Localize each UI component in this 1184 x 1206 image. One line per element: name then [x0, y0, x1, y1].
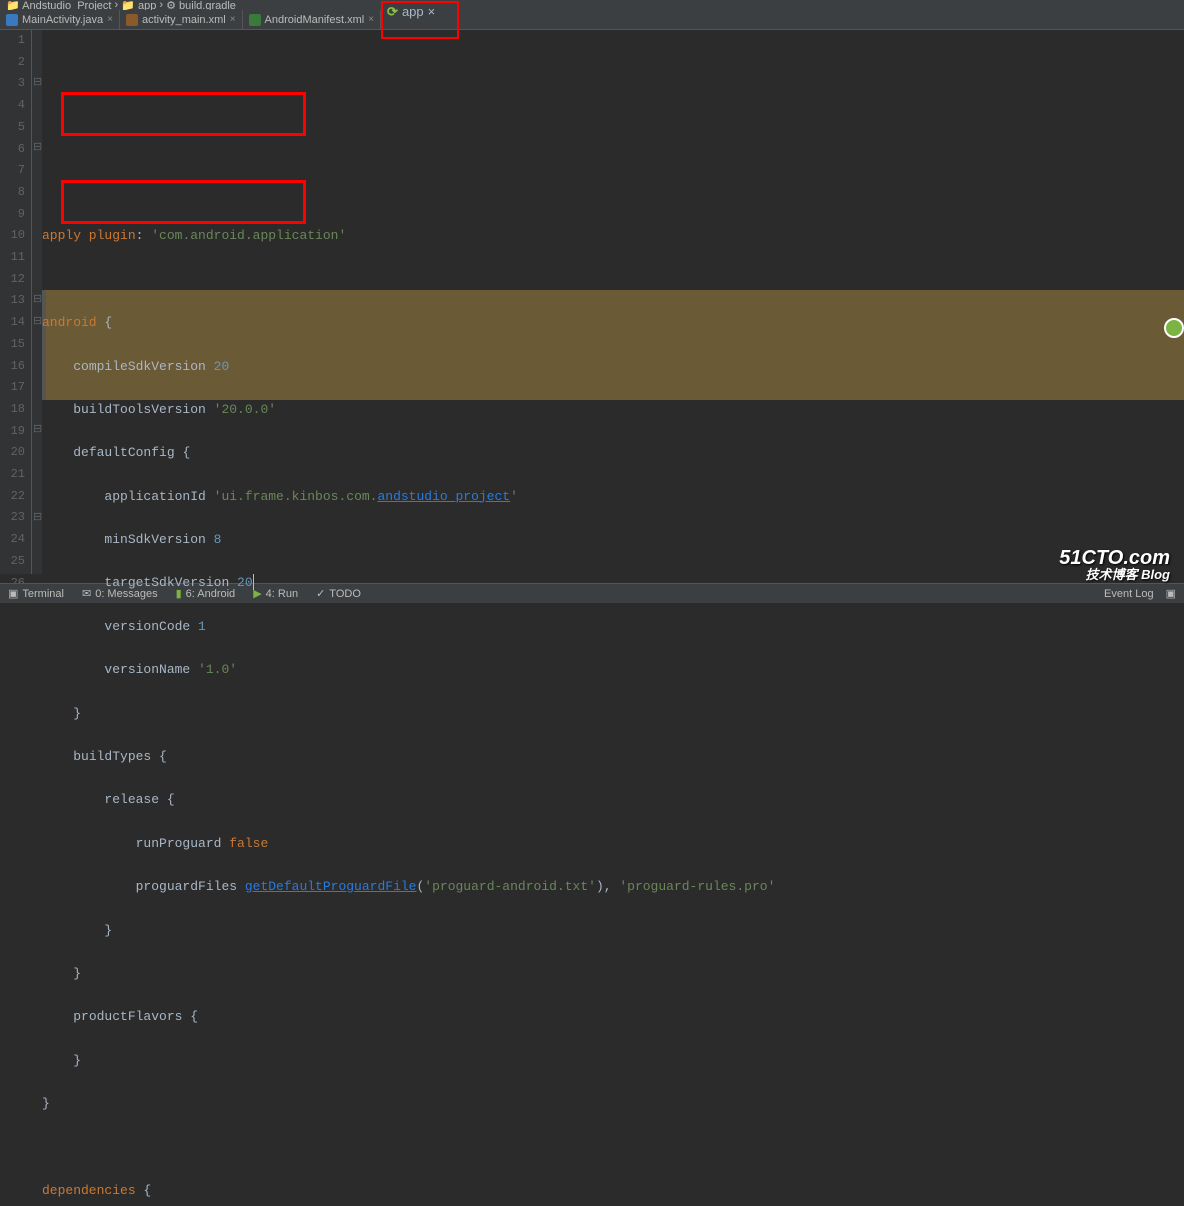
line-number: 25: [0, 551, 25, 573]
code-line[interactable]: dependencies {: [42, 1180, 1184, 1202]
editor-tab-bar: MainActivity.java × activity_main.xml × …: [0, 10, 1184, 30]
line-number: 2: [0, 52, 25, 74]
code-line[interactable]: applicationId 'ui.frame.kinbos.com.andst…: [42, 486, 1184, 508]
tab-label: activity_main.xml: [142, 14, 226, 26]
fold-toggle-icon[interactable]: ⊟: [33, 138, 42, 160]
text-caret: [253, 574, 254, 590]
line-number: 9: [0, 204, 25, 226]
code-line[interactable]: versionCode 1: [42, 616, 1184, 638]
code-line[interactable]: defaultConfig {: [42, 442, 1184, 464]
line-number: 8: [0, 182, 25, 204]
code-line[interactable]: minSdkVersion 8: [42, 529, 1184, 551]
code-line[interactable]: targetSdkVersion 20: [42, 572, 1184, 594]
fold-toggle-icon[interactable]: ⊟: [33, 73, 42, 95]
close-icon[interactable]: ×: [368, 14, 374, 25]
tab-mainactivity[interactable]: MainActivity.java ×: [0, 10, 120, 30]
code-line[interactable]: apply plugin: 'com.android.application': [42, 225, 1184, 247]
tab-label: app: [402, 4, 424, 19]
breadcrumb-item[interactable]: 📁 Andstudio_Project: [6, 0, 111, 10]
line-number: 19: [0, 421, 25, 443]
line-number: 23: [0, 507, 25, 529]
line-number: 5: [0, 117, 25, 139]
line-number: 1: [0, 30, 25, 52]
line-number: 14: [0, 312, 25, 334]
line-number: 20: [0, 442, 25, 464]
code-line[interactable]: buildToolsVersion '20.0.0': [42, 399, 1184, 421]
line-number: 15: [0, 334, 25, 356]
line-number: 10: [0, 225, 25, 247]
editor-area: 1 2 3 4 5 6 7 8 9 10 11 12 13 14 15 16 1…: [0, 30, 1184, 574]
line-number: 24: [0, 529, 25, 551]
line-number-gutter: 1 2 3 4 5 6 7 8 9 10 11 12 13 14 15 16 1…: [0, 30, 32, 574]
line-number: 3: [0, 73, 25, 95]
line-number: 11: [0, 247, 25, 269]
close-icon[interactable]: ×: [230, 14, 236, 25]
tab-label: AndroidManifest.xml: [265, 14, 365, 26]
code-line[interactable]: }: [42, 703, 1184, 725]
close-icon[interactable]: ×: [107, 14, 113, 25]
breadcrumb-item[interactable]: 📁 app: [121, 0, 156, 10]
breadcrumb-bar: 📁 Andstudio_Project › 📁 app › ⚙ build.gr…: [0, 0, 1184, 10]
fold-gutter: ⊟ ⊟ ⊟ ⊟ ⊟ ⊟: [32, 30, 42, 574]
code-line[interactable]: }: [42, 920, 1184, 942]
fold-toggle-icon[interactable]: ⊟: [33, 312, 42, 334]
code-line[interactable]: versionName '1.0': [42, 659, 1184, 681]
tab-activity-main-xml[interactable]: activity_main.xml ×: [120, 10, 243, 30]
java-file-icon: [6, 14, 18, 26]
tab-android-manifest[interactable]: AndroidManifest.xml ×: [243, 10, 382, 30]
line-number: 16: [0, 356, 25, 378]
line-number: 21: [0, 464, 25, 486]
code-line[interactable]: compileSdkVersion 20: [42, 356, 1184, 378]
code-line[interactable]: runProguard false: [42, 833, 1184, 855]
fold-toggle-icon[interactable]: ⊟: [33, 420, 42, 442]
manifest-file-icon: [249, 14, 261, 26]
line-number: 6: [0, 139, 25, 161]
tab-label: MainActivity.java: [22, 14, 103, 26]
xml-file-icon: [126, 14, 138, 26]
code-line[interactable]: [42, 269, 1184, 291]
line-number: 17: [0, 377, 25, 399]
code-line[interactable]: }: [42, 963, 1184, 985]
close-icon[interactable]: ×: [428, 4, 436, 19]
line-number: 22: [0, 486, 25, 508]
fold-toggle-icon[interactable]: ⊟: [33, 290, 42, 312]
line-number: 7: [0, 160, 25, 182]
line-number: 12: [0, 269, 25, 291]
gradle-file-icon: ⟳: [387, 4, 398, 20]
code-line[interactable]: proguardFiles getDefaultProguardFile('pr…: [42, 876, 1184, 898]
line-number: 18: [0, 399, 25, 421]
floating-badge[interactable]: [1164, 318, 1184, 338]
code-line[interactable]: buildTypes {: [42, 746, 1184, 768]
line-number: 4: [0, 95, 25, 117]
annotation-red-box: [61, 92, 306, 136]
fold-toggle-icon[interactable]: ⊟: [33, 508, 42, 530]
code-line[interactable]: android {: [42, 312, 1184, 334]
code-line[interactable]: productFlavors {: [42, 1006, 1184, 1028]
code-line[interactable]: }: [42, 1050, 1184, 1072]
line-number: 13: [0, 290, 25, 312]
code-line[interactable]: release {: [42, 789, 1184, 811]
breadcrumb-item[interactable]: ⚙ build.gradle: [166, 0, 236, 10]
code-line[interactable]: }: [42, 1093, 1184, 1115]
code-line[interactable]: [42, 1137, 1184, 1159]
watermark-logo: 51CTO.com 技术博客 Blog: [1059, 548, 1170, 581]
code-editor[interactable]: apply plugin: 'com.android.application' …: [42, 30, 1184, 574]
